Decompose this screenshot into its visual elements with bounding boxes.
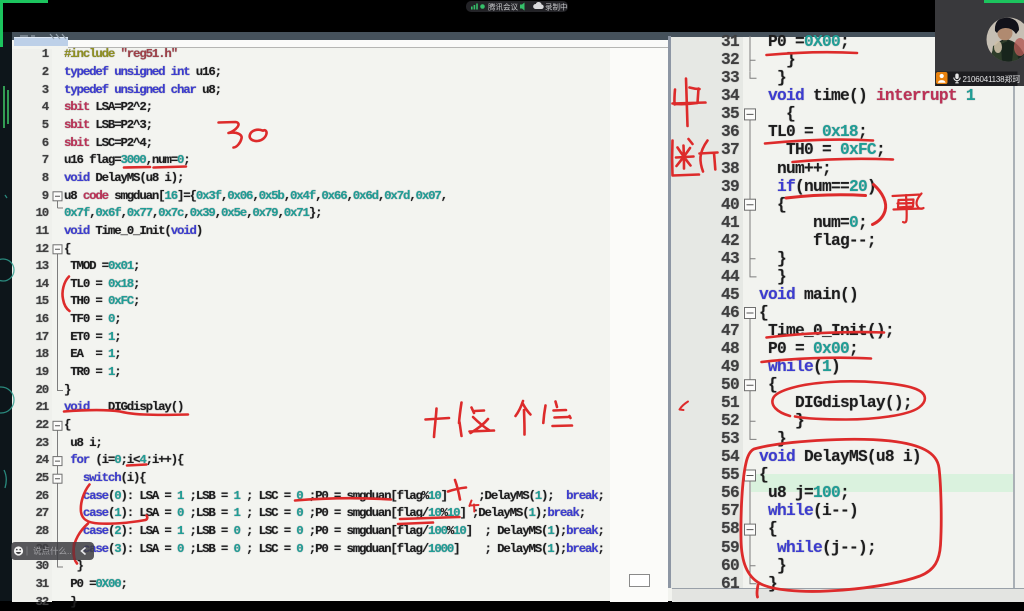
svg-text:腾讯会议: 腾讯会议 — [488, 2, 518, 12]
svg-text:2106041138郑珂: 2106041138郑珂 — [963, 74, 1021, 84]
svg-text:说点什么...: 说点什么... — [33, 546, 74, 556]
svg-text:录制中: 录制中 — [545, 2, 568, 12]
